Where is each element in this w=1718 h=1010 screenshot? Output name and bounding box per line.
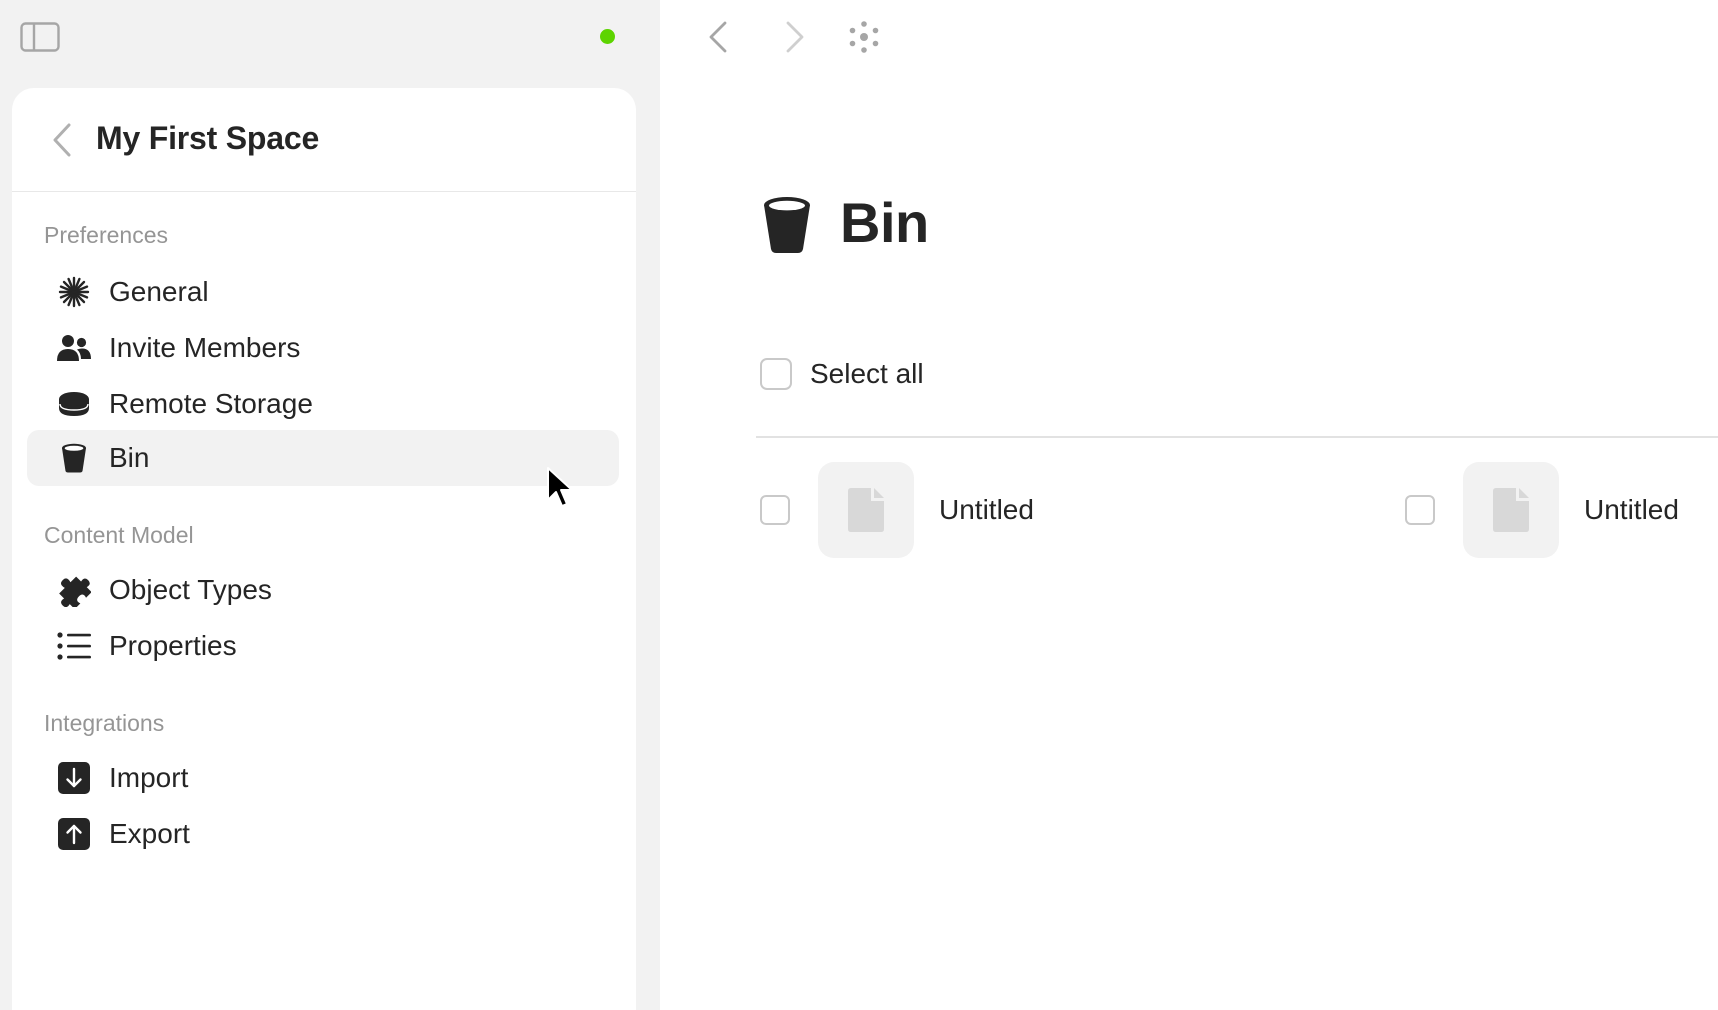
sidebar: My First Space Preferences General Invit… xyxy=(0,0,660,1010)
sidebar-item-invite-members[interactable]: Invite Members xyxy=(27,320,619,376)
sidebar-item-label: Export xyxy=(109,818,190,849)
settings-panel: My First Space Preferences General Invit… xyxy=(12,88,636,1010)
navigate-back-button[interactable] xyxy=(696,16,740,58)
bin-item-checkbox[interactable] xyxy=(760,495,790,525)
people-icon xyxy=(57,331,91,365)
document-icon xyxy=(1463,462,1559,558)
bin-item-name: Untitled xyxy=(1584,494,1679,525)
sidebar-toggle-icon[interactable] xyxy=(20,22,60,52)
bin-item[interactable]: Untitled xyxy=(760,462,1034,558)
disk-icon xyxy=(57,387,91,421)
navigate-forward-button[interactable] xyxy=(773,16,817,58)
sidebar-item-label: General xyxy=(109,276,209,307)
list-divider xyxy=(756,436,1718,438)
sidebar-item-import[interactable]: Import xyxy=(27,750,619,806)
chevron-right-icon xyxy=(786,21,804,53)
space-title: My First Space xyxy=(96,120,320,156)
asterisk-icon xyxy=(57,275,91,309)
export-icon xyxy=(57,817,91,851)
select-all-control[interactable]: Select all xyxy=(760,358,924,390)
graph-icon xyxy=(849,21,879,53)
select-all-checkbox[interactable] xyxy=(760,358,792,390)
sidebar-item-general[interactable]: General xyxy=(27,264,619,320)
document-icon xyxy=(818,462,914,558)
chevron-left-icon xyxy=(709,21,727,53)
sidebar-item-label: Import xyxy=(109,762,189,793)
sidebar-item-export[interactable]: Export xyxy=(27,806,619,862)
section-label-preferences: Preferences xyxy=(44,222,169,248)
sidebar-item-label: Properties xyxy=(109,630,237,661)
bin-icon xyxy=(762,196,812,254)
section-label-content-model: Content Model xyxy=(44,522,194,548)
sidebar-item-label: Bin xyxy=(109,442,150,473)
bin-icon xyxy=(57,441,91,475)
sidebar-item-object-types[interactable]: Object Types xyxy=(27,562,619,618)
sidebar-item-label: Object Types xyxy=(109,574,272,605)
bin-item-name: Untitled xyxy=(939,494,1034,525)
select-all-label: Select all xyxy=(810,358,924,389)
sidebar-item-remote-storage[interactable]: Remote Storage xyxy=(27,376,619,432)
puzzle-icon xyxy=(57,573,91,607)
graph-view-button[interactable] xyxy=(842,16,886,58)
import-icon xyxy=(57,761,91,795)
chevron-left-icon xyxy=(53,123,71,157)
sidebar-item-label: Remote Storage xyxy=(109,388,313,419)
sidebar-item-bin[interactable]: Bin xyxy=(27,430,619,486)
bin-item[interactable]: Untitled xyxy=(1405,462,1679,558)
bin-item-checkbox[interactable] xyxy=(1405,495,1435,525)
sidebar-item-label: Invite Members xyxy=(109,332,301,363)
list-icon xyxy=(57,629,91,663)
section-label-integrations: Integrations xyxy=(44,710,165,736)
page-title: Bin xyxy=(840,191,929,254)
sync-status-indicator xyxy=(600,29,615,44)
sidebar-item-properties[interactable]: Properties xyxy=(27,618,619,674)
back-button[interactable] xyxy=(42,118,82,162)
